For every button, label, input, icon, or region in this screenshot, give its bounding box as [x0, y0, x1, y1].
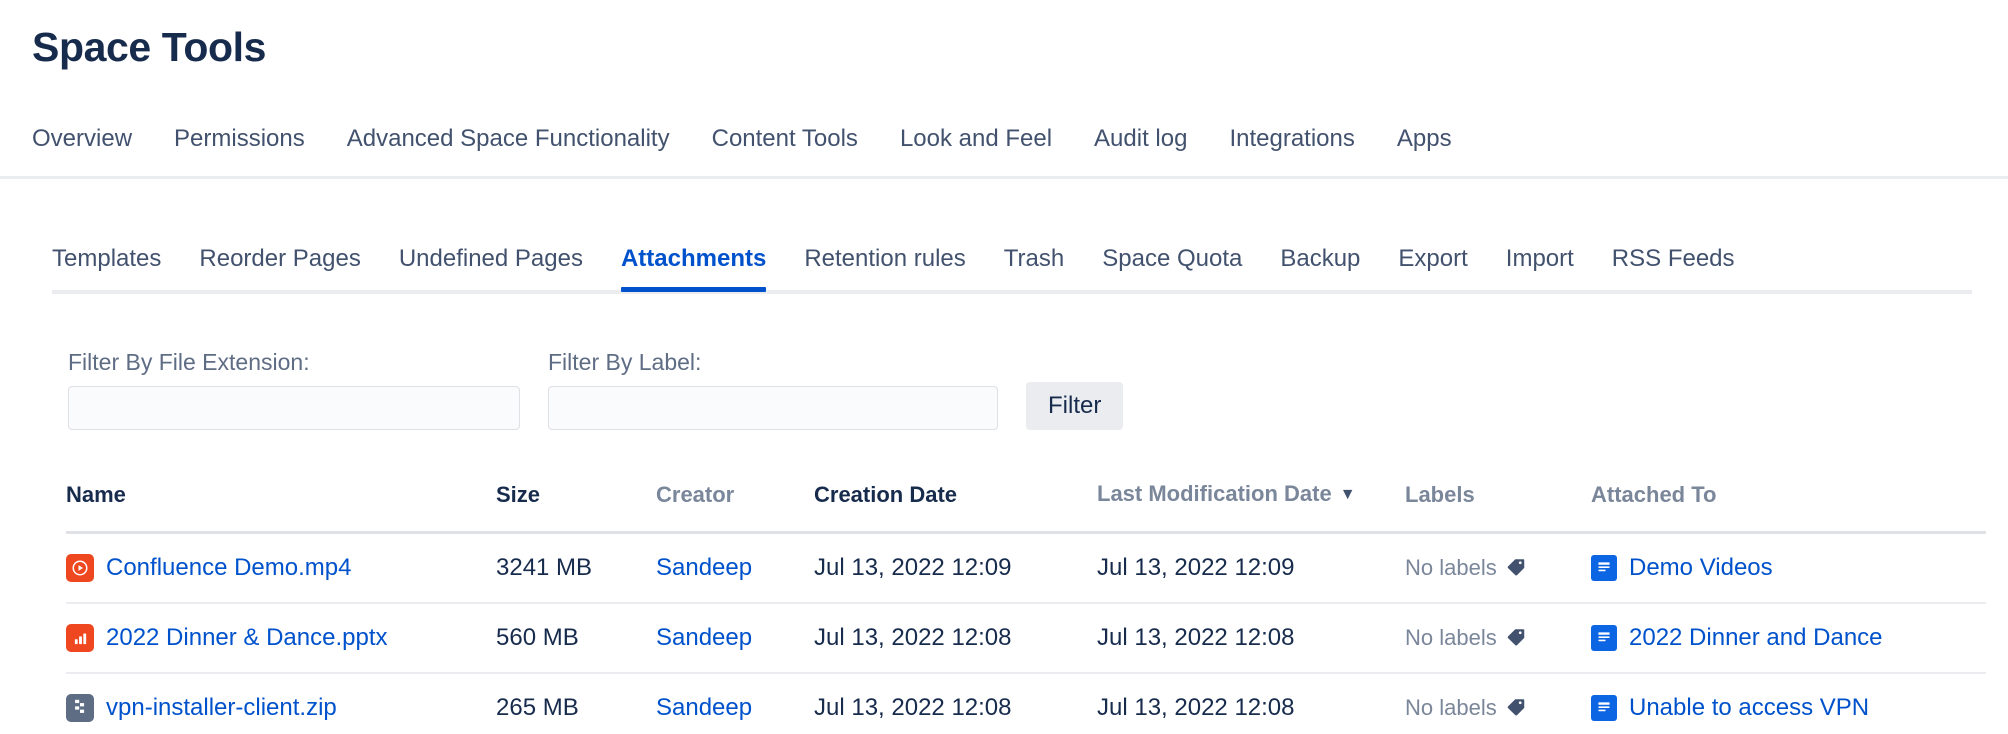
cell-last-modification-date: Jul 13, 2022 12:08: [1097, 673, 1405, 734]
primary-nav-item-integrations[interactable]: Integrations: [1229, 125, 1354, 153]
tab-export[interactable]: Export: [1398, 244, 1467, 292]
table-row: vpn-installer-client.zip 265 MBSandeep Jul…: [66, 673, 1986, 734]
cell-creation-date: Jul 13, 2022 12:08: [814, 673, 1097, 734]
tag-icon[interactable]: [1505, 556, 1527, 578]
tab-trash[interactable]: Trash: [1004, 244, 1064, 292]
filter-extension-input[interactable]: [68, 386, 520, 430]
column-header-label: Size: [496, 482, 540, 507]
primary-nav-divider: [0, 176, 2008, 179]
attachments-table: Name Size Creator Creation Date Last Modific…: [66, 480, 1986, 734]
attachments-table-body: Confluence Demo.mp43241 MBSandeepJul 13,…: [66, 533, 1986, 734]
tab-backup[interactable]: Backup: [1280, 244, 1360, 292]
attached-page-link[interactable]: Demo Videos: [1629, 553, 1773, 583]
tab-import[interactable]: Import: [1506, 244, 1574, 292]
table-header-row: Name Size Creator Creation Date Last Modific…: [66, 480, 1986, 533]
tab-retention-rules[interactable]: Retention rules: [804, 244, 965, 292]
page-icon: [1591, 555, 1617, 581]
no-labels-text: No labels: [1405, 695, 1497, 720]
page-title: Space Tools: [32, 22, 266, 72]
no-labels-text: No labels: [1405, 625, 1497, 650]
tab-undefined-pages[interactable]: Undefined Pages: [399, 244, 583, 292]
column-header-label: Last Modification Date: [1097, 481, 1332, 506]
cell-labels: No labels: [1405, 533, 1591, 604]
cell-creation-date: Jul 13, 2022 12:09: [814, 533, 1097, 604]
attachment-filters: Filter By File Extension: Filter By Labe…: [68, 348, 1123, 430]
cell-attached-to: 2022 Dinner and Dance: [1591, 603, 1986, 673]
creator-link[interactable]: Sandeep: [656, 624, 752, 651]
creator-link[interactable]: Sandeep: [656, 554, 752, 581]
video-file-icon: [66, 554, 94, 582]
cell-labels: No labels: [1405, 673, 1591, 734]
filter-submit-button[interactable]: Filter: [1026, 382, 1123, 430]
column-header-label: Labels: [1405, 482, 1475, 507]
column-header-last-modification-date[interactable]: Last Modification Date ▼: [1097, 480, 1405, 533]
tag-icon[interactable]: [1505, 626, 1527, 648]
cell-creator: Sandeep: [656, 603, 814, 673]
filter-label-input[interactable]: [548, 386, 998, 430]
tab-attachments[interactable]: Attachments: [621, 244, 766, 292]
column-header-label: Creator: [656, 482, 734, 507]
no-labels-text: No labels: [1405, 555, 1497, 580]
cell-attached-to: Unable to access VPN: [1591, 673, 1986, 734]
attachment-name-link[interactable]: vpn-installer-client.zip: [106, 693, 337, 723]
primary-nav-item-permissions[interactable]: Permissions: [174, 125, 305, 153]
attachments-table-head: Name Size Creator Creation Date Last Modific…: [66, 480, 1986, 533]
tab-reorder-pages[interactable]: Reorder Pages: [199, 244, 360, 292]
primary-nav-item-overview[interactable]: Overview: [32, 125, 132, 153]
attachment-name-link[interactable]: Confluence Demo.mp4: [106, 553, 351, 583]
presentation-file-icon: [66, 624, 94, 652]
filter-label-label: Filter By Label:: [548, 348, 998, 376]
column-header-name[interactable]: Name: [66, 480, 496, 533]
page-icon: [1591, 695, 1617, 721]
cell-size: 560 MB: [496, 603, 656, 673]
column-header-labels[interactable]: Labels: [1405, 480, 1591, 533]
column-header-creation-date[interactable]: Creation Date: [814, 480, 1097, 533]
attached-page-link[interactable]: Unable to access VPN: [1629, 693, 1869, 723]
column-header-creator[interactable]: Creator: [656, 480, 814, 533]
column-header-label: Name: [66, 482, 126, 507]
tag-icon[interactable]: [1505, 696, 1527, 718]
primary-nav: Overview Permissions Advanced Space Functi…: [32, 125, 1452, 153]
creator-link[interactable]: Sandeep: [656, 694, 752, 721]
cell-attached-to: Demo Videos: [1591, 533, 1986, 604]
cell-size: 3241 MB: [496, 533, 656, 604]
cell-creator: Sandeep: [656, 673, 814, 734]
column-header-attached-to[interactable]: Attached To: [1591, 480, 1986, 533]
primary-nav-item-advanced-space-functionality[interactable]: Advanced Space Functionality: [347, 125, 670, 153]
space-tools-page: Space Tools Overview Permissions Advanced …: [0, 0, 2008, 734]
tab-space-quota[interactable]: Space Quota: [1102, 244, 1242, 292]
primary-nav-item-look-and-feel[interactable]: Look and Feel: [900, 125, 1052, 153]
column-header-label: Attached To: [1591, 482, 1716, 507]
primary-nav-item-content-tools[interactable]: Content Tools: [712, 125, 858, 153]
attachments-table-container: Name Size Creator Creation Date Last Modific…: [66, 480, 1986, 734]
tab-rss-feeds[interactable]: RSS Feeds: [1612, 244, 1735, 292]
filter-extension-label: Filter By File Extension:: [68, 348, 520, 376]
cell-name: vpn-installer-client.zip: [66, 673, 496, 734]
table-row: Confluence Demo.mp4 3241 MBSandeep Jul 13,…: [66, 533, 1986, 604]
attachment-name-link[interactable]: 2022 Dinner & Dance.pptx: [106, 623, 388, 653]
column-header-label: Creation Date: [814, 482, 957, 507]
cell-last-modification-date: Jul 13, 2022 12:08: [1097, 603, 1405, 673]
attached-page-link[interactable]: 2022 Dinner and Dance: [1629, 623, 1883, 653]
cell-creator: Sandeep: [656, 533, 814, 604]
cell-last-modification-date: Jul 13, 2022 12:09: [1097, 533, 1405, 604]
filter-extension-group: Filter By File Extension:: [68, 348, 520, 430]
cell-labels: No labels: [1405, 603, 1591, 673]
primary-nav-item-audit-log[interactable]: Audit log: [1094, 125, 1187, 153]
sort-descending-icon: ▼: [1340, 481, 1356, 509]
column-header-size[interactable]: Size: [496, 480, 656, 533]
cell-name: Confluence Demo.mp4: [66, 533, 496, 604]
table-row: 2022 Dinner & Dance.pptx 560 MBSandeep Jul…: [66, 603, 1986, 673]
cell-creation-date: Jul 13, 2022 12:08: [814, 603, 1097, 673]
page-icon: [1591, 625, 1617, 651]
cell-size: 265 MB: [496, 673, 656, 734]
filter-label-group: Filter By Label:: [548, 348, 998, 430]
cell-name: 2022 Dinner & Dance.pptx: [66, 603, 496, 673]
tab-templates[interactable]: Templates: [52, 244, 161, 292]
primary-nav-item-apps[interactable]: Apps: [1397, 125, 1452, 153]
archive-file-icon: [66, 694, 94, 722]
